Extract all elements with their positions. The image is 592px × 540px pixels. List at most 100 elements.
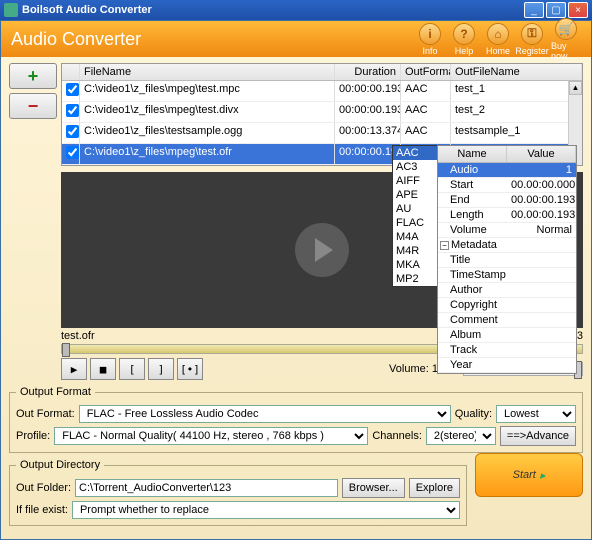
current-file-label: test.ofr: [61, 330, 445, 342]
play-button[interactable]: ▶: [61, 358, 87, 380]
format-option[interactable]: M4A: [393, 230, 437, 244]
prop-header-value[interactable]: Value: [507, 146, 576, 162]
cell-outfilename[interactable]: testsample_1: [451, 123, 582, 143]
metadata-group[interactable]: −Metadata: [438, 238, 576, 253]
property-row[interactable]: Audio1: [438, 163, 576, 178]
prop-header-name[interactable]: Name: [438, 146, 507, 162]
cell-filename: C:\video1\z_files\mpeg\test.divx: [80, 102, 335, 122]
metadata-row[interactable]: Album: [438, 328, 576, 343]
quality-select[interactable]: Lowest: [496, 405, 576, 423]
format-option[interactable]: MKA: [393, 258, 437, 272]
format-option[interactable]: FLAC: [393, 216, 437, 230]
home-icon: ⌂: [487, 23, 509, 45]
stop-button[interactable]: ■: [90, 358, 116, 380]
output-directory-legend: Output Directory: [16, 459, 104, 471]
cell-outformat[interactable]: AAC: [401, 81, 451, 101]
start-button[interactable]: Start▸: [475, 453, 583, 497]
register-button[interactable]: ⚿Register: [517, 23, 547, 56]
table-row[interactable]: C:\video1\z_files\testsample.ogg 00:00:1…: [62, 123, 582, 144]
profile-select[interactable]: FLAC - Normal Quality( 44100 Hz, stereo …: [54, 427, 368, 445]
out-format-select[interactable]: FLAC - Free Lossless Audio Codec: [79, 405, 451, 423]
out-folder-input[interactable]: [75, 479, 338, 497]
format-option[interactable]: M4R: [393, 244, 437, 258]
table-row[interactable]: C:\video1\z_files\mpeg\test.divx 00:00:0…: [62, 102, 582, 123]
close-button[interactable]: ×: [568, 2, 588, 18]
start-arrow-icon: ▸: [540, 469, 546, 482]
advance-button[interactable]: ==>Advance: [500, 426, 576, 446]
output-format-legend: Output Format: [16, 386, 95, 398]
col-check[interactable]: [62, 64, 80, 80]
cart-icon: 🛒: [555, 18, 577, 40]
explore-button[interactable]: Explore: [409, 478, 460, 498]
row-checkbox[interactable]: [66, 83, 79, 96]
format-option[interactable]: AU: [393, 202, 437, 216]
metadata-row[interactable]: TimeStamp: [438, 268, 576, 283]
cell-outformat[interactable]: AAC: [401, 123, 451, 143]
cell-outfilename[interactable]: test_1: [451, 81, 582, 101]
metadata-row[interactable]: Track: [438, 343, 576, 358]
property-row[interactable]: Start00.00:00.000: [438, 178, 576, 193]
property-row[interactable]: Length00.00:00.193: [438, 208, 576, 223]
header: Audio Converter iInfo ?Help ⌂Home ⚿Regis…: [1, 21, 591, 57]
cell-duration: 00:00:00.193: [335, 81, 401, 101]
cell-outformat[interactable]: AAC: [401, 102, 451, 122]
scroll-up-icon[interactable]: ▲: [569, 81, 582, 95]
window-title: Boilsoft Audio Converter: [22, 4, 522, 16]
property-row[interactable]: VolumeNormal: [438, 223, 576, 238]
buy-button[interactable]: 🛒Buy now: [551, 18, 581, 61]
table-row[interactable]: C:\video1\z_files\mpeg\test.mpc 00:00:00…: [62, 81, 582, 102]
if-exist-label: If file exist:: [16, 504, 68, 516]
col-outfilename[interactable]: OutFileName: [451, 64, 582, 80]
remove-file-button[interactable]: −: [9, 93, 57, 119]
maximize-button[interactable]: ▢: [546, 2, 566, 18]
metadata-row[interactable]: Author: [438, 283, 576, 298]
metadata-row[interactable]: Copyright: [438, 298, 576, 313]
row-checkbox[interactable]: [66, 104, 79, 117]
format-option[interactable]: AC3: [393, 160, 437, 174]
cell-filename: C:\video1\z_files\testsample.ogg: [80, 123, 335, 143]
browse-button[interactable]: Browser...: [342, 478, 405, 498]
cell-duration: 00:00:00.193: [335, 102, 401, 122]
col-filename[interactable]: FileName: [80, 64, 335, 80]
format-option[interactable]: APE: [393, 188, 437, 202]
output-directory-group: Output Directory Out Folder: Browser... …: [9, 459, 467, 526]
row-checkbox[interactable]: [66, 125, 79, 138]
out-folder-label: Out Folder:: [16, 482, 71, 494]
metadata-row[interactable]: Title: [438, 253, 576, 268]
mark-in-button[interactable]: [: [119, 358, 145, 380]
if-exist-select[interactable]: Prompt whether to replace: [72, 501, 460, 519]
format-option[interactable]: MP2: [393, 272, 437, 286]
metadata-row[interactable]: Comment: [438, 313, 576, 328]
add-file-button[interactable]: +: [9, 63, 57, 89]
channels-select[interactable]: 2(stereo): [426, 427, 496, 445]
collapse-icon[interactable]: −: [440, 241, 449, 250]
app-icon: [4, 3, 18, 17]
mark-out-button[interactable]: ]: [148, 358, 174, 380]
seek-thumb[interactable]: [62, 343, 70, 357]
property-row[interactable]: End00.00:00.193: [438, 193, 576, 208]
format-option[interactable]: AAC: [393, 146, 437, 160]
cell-outfilename[interactable]: test_2: [451, 102, 582, 122]
range-button[interactable]: [•]: [177, 358, 203, 380]
outformat-dropdown[interactable]: AACAC3AIFFAPEAUFLACM4AM4RMKAMP2: [392, 145, 438, 287]
app-title: Audio Converter: [11, 29, 411, 50]
profile-label: Profile:: [16, 430, 50, 442]
home-button[interactable]: ⌂Home: [483, 23, 513, 56]
out-format-label: Out Format:: [16, 408, 75, 420]
help-button[interactable]: ?Help: [449, 23, 479, 56]
metadata-row[interactable]: Year: [438, 358, 576, 373]
format-option[interactable]: AIFF: [393, 174, 437, 188]
cell-filename: C:\video1\z_files\mpeg\test.mpc: [80, 81, 335, 101]
info-icon: i: [419, 23, 441, 45]
play-preview-button[interactable]: [295, 223, 349, 277]
play-icon: [315, 238, 333, 262]
col-outformat[interactable]: OutFormat: [401, 64, 451, 80]
minimize-button[interactable]: _: [524, 2, 544, 18]
properties-panel: Name Value Audio1Start00.00:00.000End00.…: [437, 145, 577, 374]
row-checkbox[interactable]: [66, 146, 79, 159]
output-format-group: Output Format Out Format: FLAC - Free Lo…: [9, 386, 583, 453]
info-button[interactable]: iInfo: [415, 23, 445, 56]
titlebar: Boilsoft Audio Converter _ ▢ ×: [0, 0, 592, 20]
col-duration[interactable]: Duration: [335, 64, 401, 80]
cell-filename: C:\video1\z_files\mpeg\test.ofr: [80, 144, 335, 164]
